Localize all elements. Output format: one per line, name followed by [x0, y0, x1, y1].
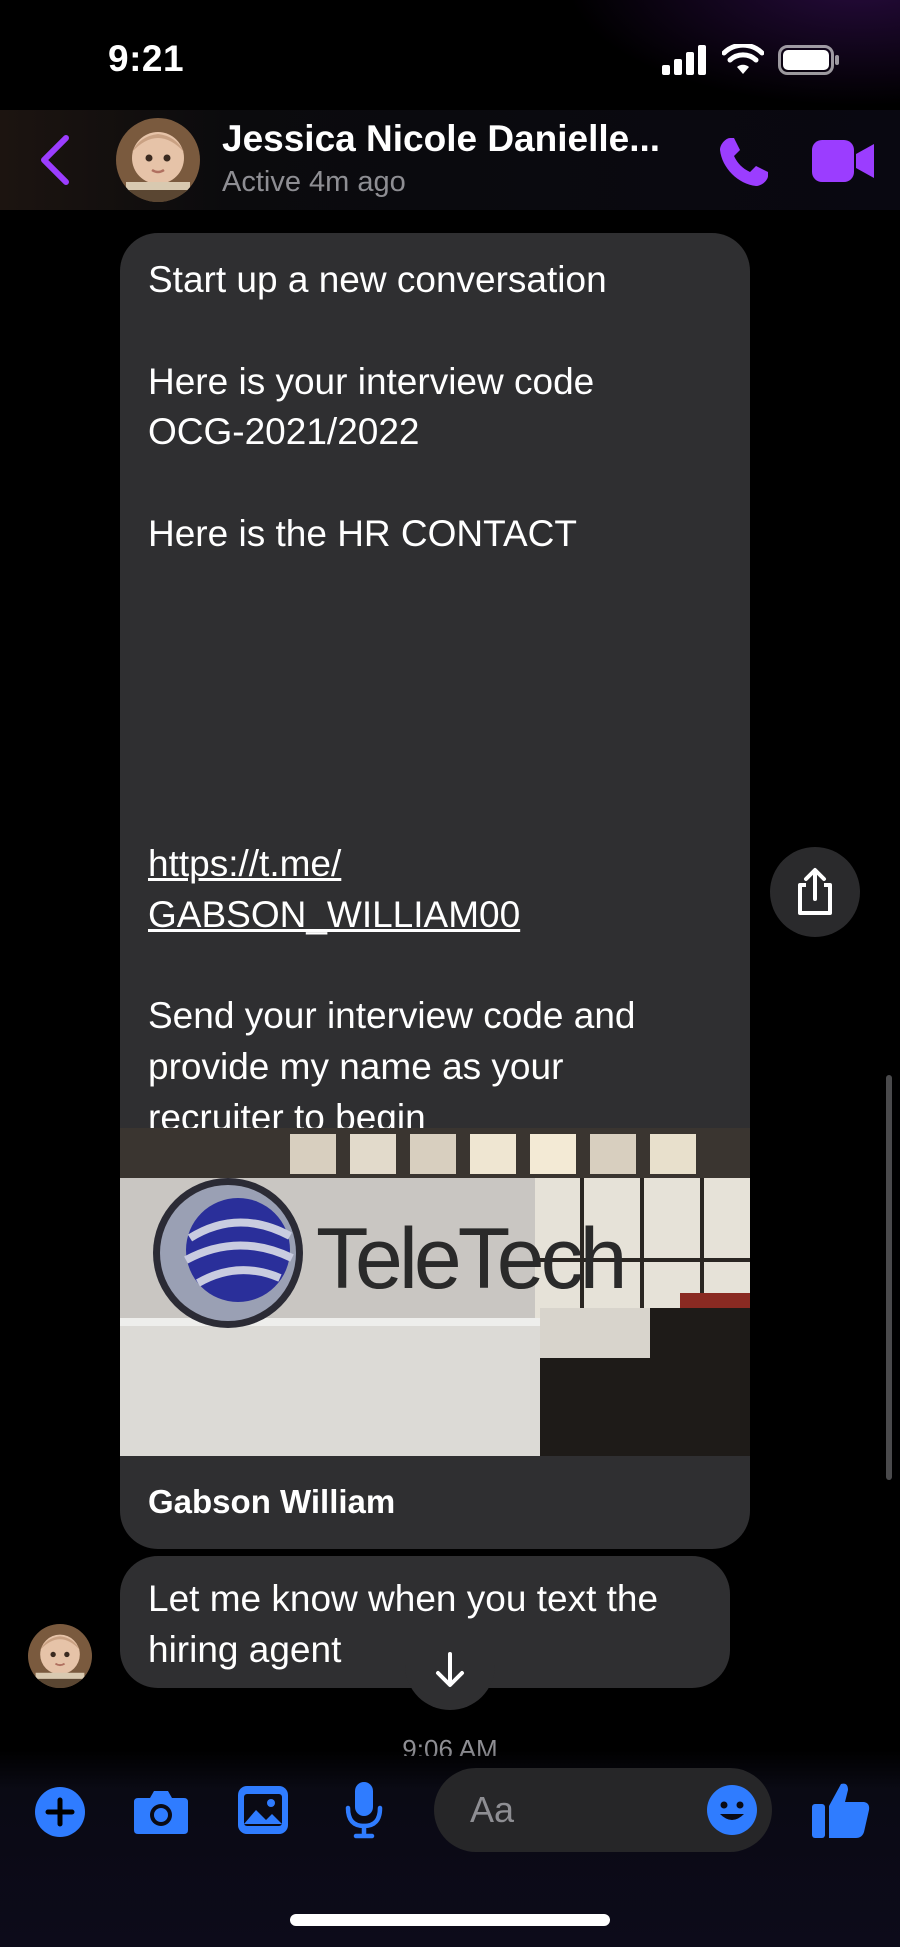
active-status: Active 4m ago: [222, 166, 406, 198]
message-input[interactable]: [470, 1768, 690, 1852]
wifi-icon: [722, 44, 764, 74]
share-icon: [798, 868, 832, 915]
status-bar: 9:21: [0, 0, 900, 110]
photo-icon[interactable]: [236, 1784, 290, 1836]
share-button[interactable]: [770, 847, 860, 937]
video-camera-icon[interactable]: [812, 136, 876, 186]
status-icons: [662, 44, 840, 76]
battery-icon: [778, 45, 839, 75]
home-indicator[interactable]: [290, 1914, 610, 1926]
back-chevron-icon[interactable]: [36, 134, 76, 186]
scrollbar[interactable]: [886, 1075, 892, 1480]
message-text: Start up a new conversation Here is your…: [148, 259, 607, 554]
phone-icon[interactable]: [716, 134, 772, 190]
message-input-container[interactable]: [434, 1768, 772, 1852]
arrow-down-icon: [436, 1652, 464, 1687]
conversation-header: Jessica Nicole Danielle... Active 4m ago: [0, 110, 900, 210]
cellular-signal-icon: [662, 45, 706, 75]
status-time: 9:21: [108, 38, 185, 79]
message-bubble-link-card[interactable]: Start up a new conversation Here is your…: [120, 233, 750, 1549]
emoji-icon[interactable]: [706, 1784, 758, 1836]
teletech-logo-text: TeleTech: [316, 1211, 623, 1307]
plus-icon[interactable]: [34, 1786, 86, 1838]
scroll-to-bottom-button[interactable]: [405, 1640, 495, 1710]
thumbs-up-icon[interactable]: [810, 1778, 872, 1840]
camera-icon[interactable]: [132, 1788, 190, 1836]
message-link[interactable]: https://t.me/ GABSON_WILLIAM00: [148, 839, 728, 941]
contact-avatar[interactable]: [116, 118, 200, 202]
contact-name[interactable]: Jessica Nicole Danielle...: [222, 118, 660, 160]
sender-avatar[interactable]: [28, 1624, 92, 1688]
link-preview-title[interactable]: Gabson William: [148, 1483, 395, 1521]
link-preview-image[interactable]: TeleTech: [120, 1128, 750, 1456]
microphone-icon[interactable]: [344, 1780, 384, 1840]
